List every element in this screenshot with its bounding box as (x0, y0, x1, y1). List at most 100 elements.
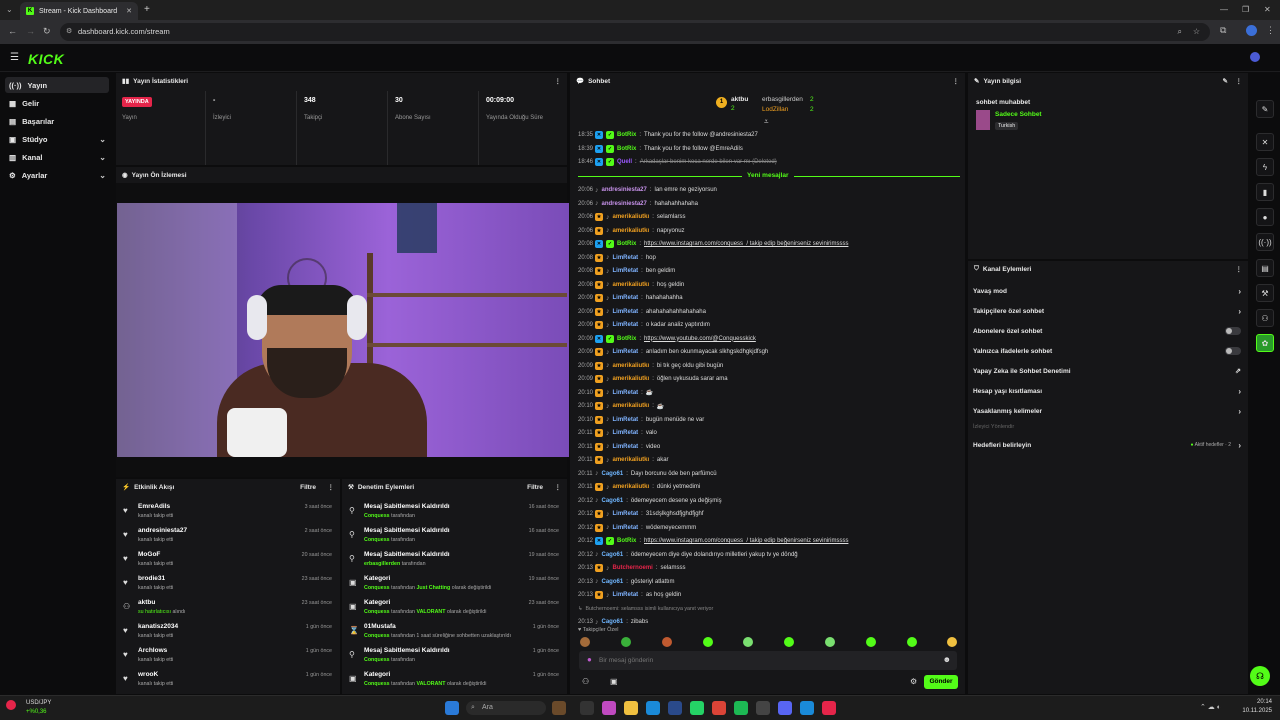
moderator-name[interactable]: Conquess (364, 585, 390, 591)
message-user[interactable]: Cago61 (602, 579, 624, 585)
chat-input[interactable]: ● ☻ (579, 651, 957, 670)
chat-message[interactable]: 20:13 ♪ Cago61: gösteriyl atlattım (578, 576, 958, 588)
chat-tools-icon[interactable]: ⚇ (582, 677, 589, 686)
message-user[interactable]: amerikaliutkı (613, 214, 650, 220)
message-user[interactable]: LimRetat (613, 295, 639, 301)
moderation-item[interactable]: ⚲ Mesaj Sabitlemesi Kaldırıldı Conquess ta… (342, 645, 567, 669)
message-text[interactable]: https://www.instagram.com/conquess_/ tak… (644, 538, 848, 544)
moderator-name[interactable]: erbasgillerden (364, 561, 400, 567)
activity-user[interactable]: andresiniesta27 (138, 527, 187, 534)
rail-raid-button[interactable]: ✕ (1256, 133, 1274, 151)
microphone-icon[interactable]: ● (587, 655, 592, 664)
zoom-icon[interactable]: ⌕ (1178, 23, 1182, 41)
spotify-icon[interactable] (734, 701, 748, 715)
more-options-icon[interactable]: ⋮ (328, 483, 335, 491)
activity-user[interactable]: EmreAdils (138, 503, 170, 510)
message-user[interactable]: LimRetat (613, 444, 639, 450)
chat-message[interactable]: 20:09 ★ ♪ amerikaliutkı: öğlen uykusuda sara… (578, 373, 958, 385)
activity-item[interactable]: ♥ EmreAdils kanalı takip etti 3 saat önce (116, 501, 340, 525)
message-user[interactable]: LimRetat (613, 255, 639, 261)
reload-icon[interactable]: ↻ (43, 26, 51, 37)
moderator-name[interactable]: Conquess (364, 537, 390, 543)
gifter-name[interactable]: erbasgillerden (762, 96, 803, 103)
rail-tools-button[interactable]: ⚒ (1256, 284, 1274, 302)
sidebar-item-basarilar[interactable]: ▤ Başarılar (5, 113, 109, 129)
store-icon[interactable] (668, 701, 682, 715)
chat-message[interactable]: 20:06 ★ ♪ amerikaliutkı: selamlarss (578, 211, 958, 223)
moderation-item[interactable]: ⚲ Mesaj Sabitlemesi Kaldırıldı erbasgiller… (342, 549, 567, 573)
moderation-item[interactable]: ▣ Kategori Conquess tarafından Just Chatti… (342, 573, 567, 597)
app-icon[interactable] (822, 701, 836, 715)
chat-message[interactable]: 20:09 ★ ♪ amerikaliutkı: bi tık geç oldu gib… (578, 360, 958, 372)
forward-icon[interactable]: → (26, 26, 35, 36)
message-user[interactable]: Cago61 (602, 619, 624, 625)
chat-message[interactable]: 20:10 ★ ♪ LimRetat: ☕ (578, 387, 958, 399)
message-user[interactable]: LimRetat (613, 417, 639, 423)
windows-start-icon[interactable] (445, 701, 459, 715)
moderation-item[interactable]: ⚲ Mesaj Sabitlemesi Kaldırıldı Conquess ta… (342, 501, 567, 525)
message-user[interactable]: amerikaliutkı (613, 376, 650, 382)
more-options-icon[interactable]: ⋮ (555, 77, 562, 85)
emote-icon[interactable] (907, 637, 917, 647)
message-user[interactable]: amerikaliutkı (613, 457, 650, 463)
chat-message[interactable]: 20:12 ✕ ✓ BotRix: https://www.instagram.com/… (578, 535, 958, 547)
ai-moderation-row[interactable]: Yapay Zeka ile Sohbet Denetimi ⇗ (973, 362, 1245, 380)
chat-message[interactable]: 18:46 ✕ ✓ Quell: Arkadaşlar benim koca nerde… (578, 156, 958, 168)
message-text[interactable]: https://www.youtube.com/@Conquesskick (644, 336, 756, 342)
message-user[interactable]: Cago61 (602, 471, 624, 477)
app-icon[interactable] (756, 701, 770, 715)
emotes-only-toggle[interactable] (1225, 347, 1241, 355)
gift-icon[interactable]: ▣ (610, 677, 618, 686)
message-user[interactable]: Quell (617, 159, 632, 165)
clock-date[interactable]: 10.11.2025 (1235, 708, 1272, 714)
sidebar-item-ayarlar[interactable]: ⚙ Ayarlar ⌄ (5, 167, 109, 183)
moderation-item[interactable]: ▣ Kategori Conquess tarafından VALORANT ol… (342, 669, 567, 693)
profile-avatar[interactable] (1246, 25, 1257, 36)
category-name[interactable]: Sadece Sohbet (995, 111, 1042, 118)
emote-icon[interactable] (703, 637, 713, 647)
discord-icon[interactable] (778, 701, 792, 715)
tray-icons[interactable]: ⌃ ☁ ◐ (1200, 703, 1221, 711)
browser-menu-icon[interactable]: ⋮ (1266, 25, 1275, 36)
emoji-icon[interactable]: ☻ (943, 655, 951, 664)
chat-settings-icon[interactable]: ⚙ (910, 677, 917, 686)
new-tab-button[interactable]: + (144, 4, 150, 15)
moderation-item[interactable]: ▣ Kategori Conquess tarafından VALORANT ol… (342, 597, 567, 621)
activity-user[interactable]: brodie31 (138, 575, 165, 582)
chat-message[interactable]: 20:08 ★ ♪ LimRetat: ben geldim (578, 265, 958, 277)
rail-stats-button[interactable]: ▤ (1256, 259, 1274, 277)
rail-chat-button[interactable]: ● (1256, 208, 1274, 226)
message-user[interactable]: amerikaliutkı (613, 363, 650, 369)
rail-active-button[interactable]: ✿ (1256, 334, 1274, 352)
copilot-icon[interactable] (602, 701, 616, 715)
message-user[interactable]: andresiniesta27 (602, 187, 647, 193)
extensions-icon[interactable]: ⧉ (1220, 25, 1226, 36)
help-chat-icon[interactable]: ☊ (1250, 666, 1270, 686)
clock-time[interactable]: 20:14 (1242, 699, 1272, 705)
message-user[interactable]: LimRetat (613, 511, 639, 517)
ticker-name[interactable]: USD/JPY (26, 700, 51, 706)
back-icon[interactable]: ← (8, 26, 17, 36)
message-user[interactable]: LimRetat (613, 322, 639, 328)
emote-icon[interactable] (743, 637, 753, 647)
message-user[interactable]: amerikaliutkı (613, 228, 650, 234)
file-explorer-icon[interactable] (624, 701, 638, 715)
activity-user[interactable]: Archlows (138, 647, 167, 654)
account-age-row[interactable]: Hesap yaşı kısıtlaması › (973, 382, 1245, 400)
message-user[interactable]: LimRetat (613, 268, 639, 274)
rail-users-button[interactable]: ⚇ (1256, 309, 1274, 327)
hamburger-menu-icon[interactable]: ☰ (10, 52, 19, 63)
steam-icon[interactable] (800, 701, 814, 715)
moderator-name[interactable]: Conquess (364, 513, 390, 519)
more-options-icon[interactable]: ⋮ (555, 483, 562, 491)
chat-message[interactable]: 20:11 ★ ♪ amerikaliutkı: dünki yetmedimi (578, 481, 958, 493)
more-options-icon[interactable]: ⋮ (1236, 77, 1243, 85)
expand-gifters-icon[interactable]: ⩡ (764, 117, 769, 127)
emote-icon[interactable] (580, 637, 590, 647)
gifter-name[interactable]: LodZillan (762, 106, 788, 113)
message-user[interactable]: andresiniesta27 (602, 201, 647, 207)
filter-button[interactable]: Filtre (527, 484, 543, 491)
chat-message[interactable]: 20:13 ★ ♪ LimRetat: as hoş geldin (578, 589, 958, 601)
rail-edit-button[interactable]: ✎ (1256, 100, 1274, 118)
emote-icon[interactable] (662, 637, 672, 647)
